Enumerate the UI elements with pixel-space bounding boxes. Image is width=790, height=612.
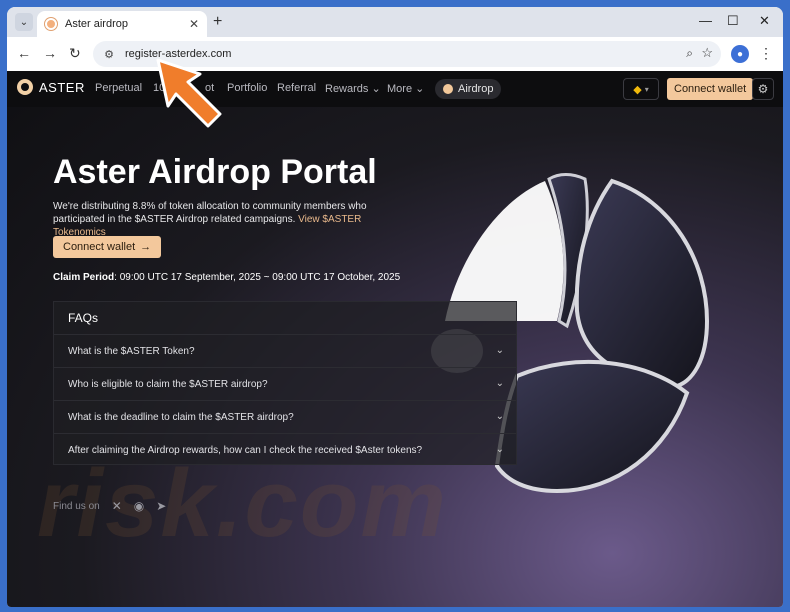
favicon-icon (45, 18, 57, 30)
telegram-icon[interactable]: ➤ (156, 499, 166, 513)
nav-rewards-label: Rewards (325, 83, 369, 95)
tab-title: Aster airdrop (65, 18, 128, 30)
faq-question: What is the $ASTER Token? (68, 345, 195, 357)
chevron-down-icon: ▾ (644, 84, 649, 94)
browser-tab[interactable]: Aster airdrop ✕ (37, 11, 207, 37)
chevron-down-icon: ⌄ (415, 83, 425, 95)
gear-icon[interactable]: ⚙ (752, 78, 774, 100)
nav-perpetual[interactable]: Perpetual (95, 82, 142, 94)
nav-referral[interactable]: Referral (277, 82, 316, 94)
orange-arrow-annotation (156, 58, 222, 128)
minimize-icon[interactable]: — (699, 13, 712, 28)
menu-kebab-icon[interactable]: ⋮ (759, 45, 773, 62)
tab-bar: ⌄ Aster airdrop ✕ + — ☐ ✕ (7, 7, 783, 37)
connect-wallet-button[interactable]: Connect wallet → (53, 236, 162, 258)
faq-item[interactable]: After claiming the Airdrop rewards, how … (54, 434, 516, 467)
airdrop-icon (443, 84, 453, 94)
airdrop-tab[interactable]: Airdrop (435, 79, 502, 99)
close-window-icon[interactable]: ✕ (759, 13, 770, 29)
x-twitter-icon[interactable]: ✕ (112, 499, 122, 513)
page-title: Aster Airdrop Portal (53, 153, 377, 191)
arrow-right-icon: → (140, 241, 152, 253)
bnb-chain-icon: ◆ (633, 83, 642, 96)
site-info-icon[interactable]: ⚙ (101, 46, 117, 62)
new-tab-icon[interactable]: + (213, 13, 222, 31)
faq-title: FAQs (54, 302, 516, 335)
maximize-icon[interactable]: ☐ (727, 13, 739, 29)
tab-search-icon[interactable]: ⌄ (15, 13, 33, 31)
claim-period-value: : 09:00 UTC 17 September, 2025 ~ 09:00 U… (114, 272, 401, 283)
chevron-down-icon: ⌄ (371, 83, 381, 95)
site-navbar: ASTER Perpetual 10 ot Portfolio Referral… (7, 71, 783, 107)
webpage: risk.com ASTER Perpetual 10 ot Portfolio… (7, 71, 783, 607)
browser-toolbar: ← → ↻ ⚙ register-asterdex.com ⌕ ☆ ● ⋮ (7, 37, 783, 71)
faq-question: Who is eligible to claim the $ASTER aird… (68, 378, 268, 390)
claim-period: Claim Period: 09:00 UTC 17 September, 20… (53, 272, 400, 283)
reload-icon[interactable]: ↻ (69, 45, 81, 62)
connect-wallet-button-nav[interactable]: Connect wallet (667, 78, 754, 100)
faq-question: What is the deadline to claim the $ASTER… (68, 411, 294, 423)
faq-item[interactable]: Who is eligible to claim the $ASTER aird… (54, 368, 516, 401)
aster-logo-icon (17, 79, 33, 95)
bookmark-star-icon[interactable]: ☆ (701, 45, 713, 61)
chain-selector[interactable]: ◆ ▾ (623, 78, 659, 100)
nav-rewards[interactable]: Rewards ⌄ (325, 82, 381, 95)
nav-more[interactable]: More ⌄ (387, 82, 424, 95)
browser-window: ⌄ Aster airdrop ✕ + — ☐ ✕ ← → ↻ ⚙ regist… (0, 0, 790, 612)
faq-question: After claiming the Airdrop rewards, how … (68, 445, 423, 456)
zoom-icon[interactable]: ⌕ (686, 46, 693, 61)
faq-item[interactable]: What is the $ASTER Token? ⌄ (54, 335, 516, 368)
nav-portfolio[interactable]: Portfolio (227, 82, 267, 94)
chevron-down-icon: ⌄ (495, 345, 504, 356)
claim-period-label: Claim Period (53, 272, 115, 283)
brand-name: ASTER (39, 79, 85, 95)
discord-icon[interactable]: ◉ (134, 499, 144, 513)
hero-description: We're distributing 8.8% of token allocat… (53, 200, 413, 239)
back-icon[interactable]: ← (17, 45, 31, 61)
profile-avatar-icon[interactable]: ● (731, 45, 749, 63)
connect-wallet-label: Connect wallet (63, 241, 136, 253)
chevron-down-icon: ⌄ (495, 378, 504, 389)
forward-icon[interactable]: → (43, 45, 57, 61)
faq-panel: FAQs What is the $ASTER Token? ⌄ Who is e… (53, 301, 517, 465)
airdrop-label: Airdrop (458, 83, 494, 95)
find-us-label: Find us on (53, 500, 100, 512)
brand[interactable]: ASTER (17, 79, 85, 95)
find-us-on: Find us on ✕ ◉ ➤ (53, 499, 166, 513)
chevron-down-icon: ⌄ (495, 444, 504, 455)
close-tab-icon[interactable]: ✕ (189, 17, 199, 31)
faq-item[interactable]: What is the deadline to claim the $ASTER… (54, 401, 516, 434)
chevron-down-icon: ⌄ (495, 411, 504, 422)
nav-more-label: More (387, 83, 413, 95)
browser-frame: ⌄ Aster airdrop ✕ + — ☐ ✕ ← → ↻ ⚙ regist… (7, 7, 783, 607)
